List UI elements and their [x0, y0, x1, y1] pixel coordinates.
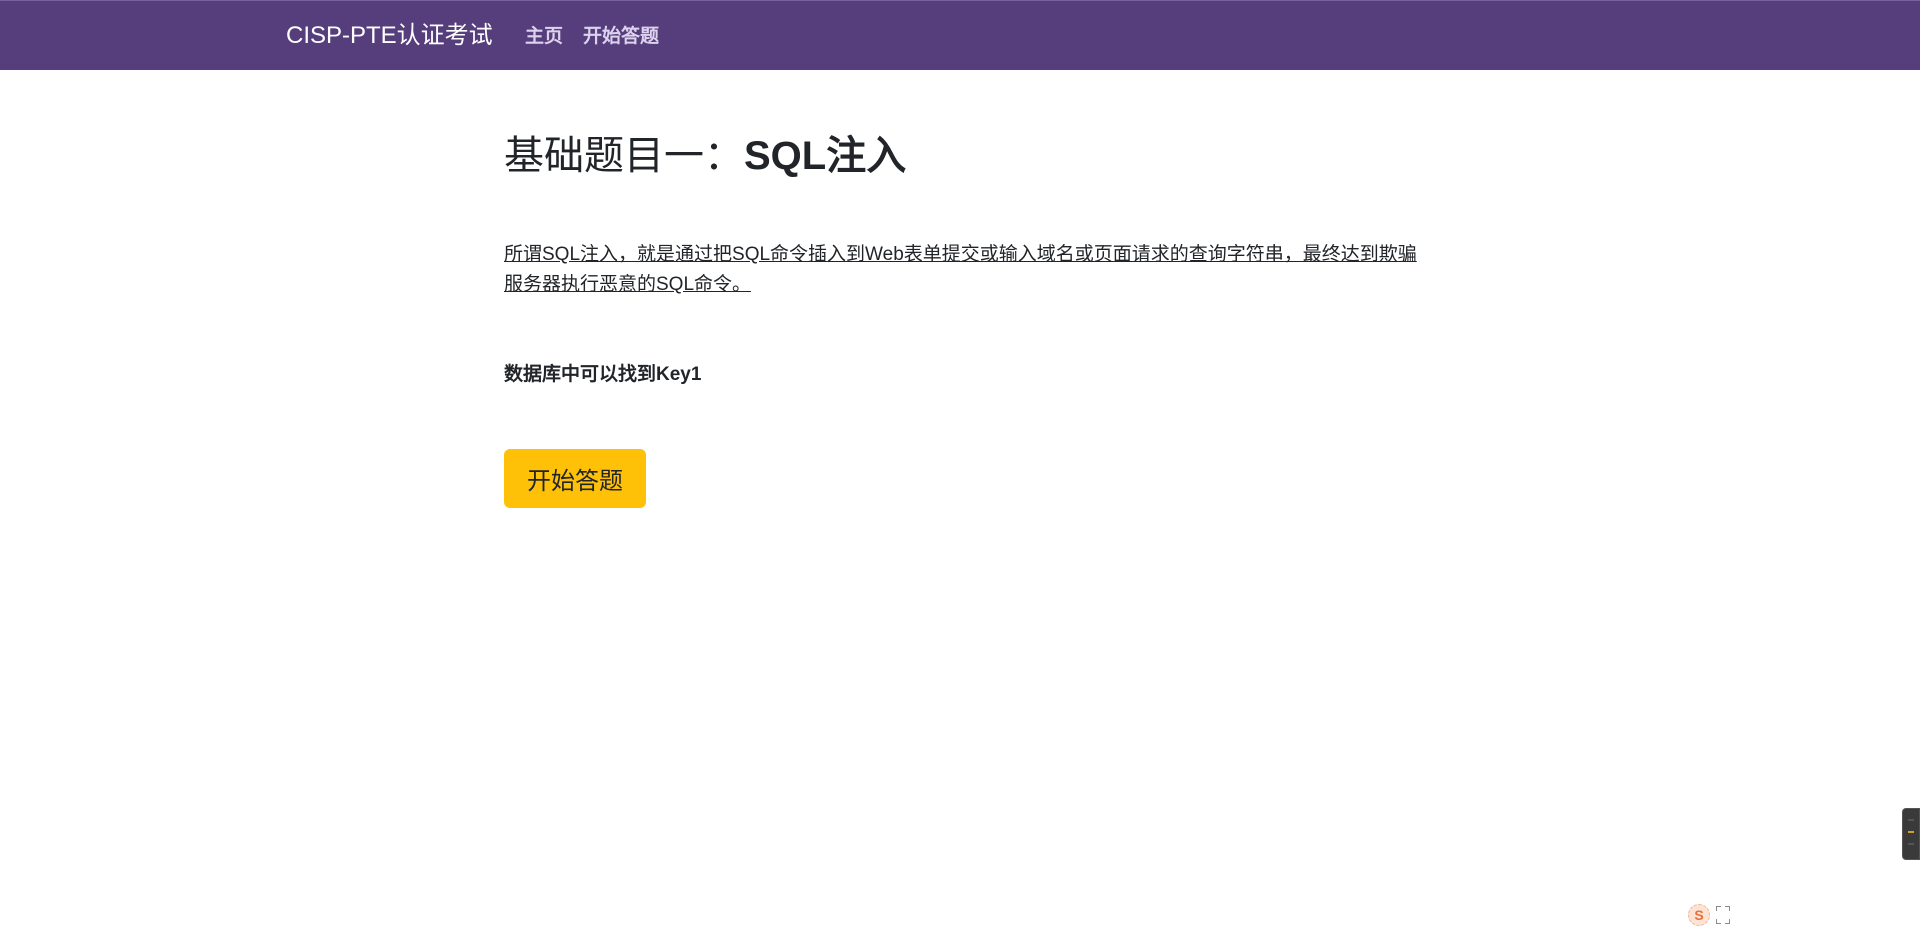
side-drawer-bar [1908, 843, 1914, 845]
page-title-prefix: 基础题目一： [504, 134, 744, 178]
nav-link-home[interactable]: 主页 [525, 23, 563, 51]
page-title-topic: SQL注入 [744, 134, 907, 178]
navbar-brand[interactable]: CISP-PTE认证考试 [286, 21, 493, 51]
challenge-description: 所谓SQL注入，就是通过把SQL命令插入到Web表单提交或输入域名或页面请求的查… [504, 244, 1417, 295]
start-quiz-button[interactable]: 开始答题 [504, 449, 646, 508]
side-drawer-handle[interactable] [1902, 808, 1920, 860]
navbar-links: 主页 开始答题 [525, 23, 659, 51]
top-navbar: CISP-PTE认证考试 主页 开始答题 [0, 0, 1920, 70]
side-drawer-bar [1908, 831, 1914, 833]
fullscreen-icon[interactable] [1716, 906, 1730, 924]
ime-icon[interactable]: S [1688, 904, 1710, 926]
system-tray: S [1688, 904, 1730, 926]
page-title: 基础题目一：SQL注入 [504, 128, 906, 184]
nav-link-start-quiz[interactable]: 开始答题 [583, 23, 659, 51]
challenge-hint: 数据库中可以找到Key1 [504, 364, 702, 385]
side-drawer-bar [1908, 819, 1914, 821]
